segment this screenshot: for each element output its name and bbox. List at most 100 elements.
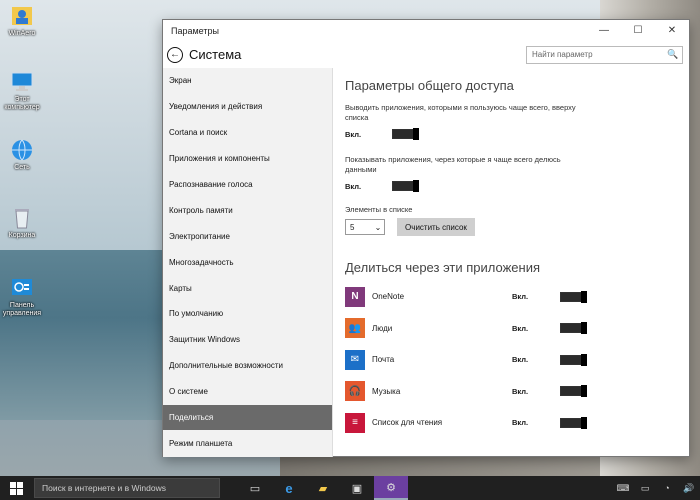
app-name: Список для чтения bbox=[372, 418, 443, 428]
edge-icon[interactable]: e bbox=[272, 476, 306, 500]
page-title: Система bbox=[189, 47, 242, 62]
sidebar-item-multitasking[interactable]: Многозадачность bbox=[163, 249, 332, 275]
share-apps-list: N OneNote Вкл. 👥 Люди Вкл. ✉ Почта Вкл. … bbox=[345, 281, 685, 439]
chevron-down-icon: ⌄ bbox=[374, 222, 382, 232]
battery-icon[interactable]: ▭ bbox=[634, 483, 656, 494]
minimize-button[interactable]: — bbox=[587, 20, 621, 41]
sidebar-item-speech[interactable]: Распознавание голоса bbox=[163, 172, 332, 198]
desktop-icon-label: Этот компьютер bbox=[4, 96, 40, 111]
mail-toggle[interactable] bbox=[560, 353, 587, 366]
desktop-icon-label: WinAero bbox=[8, 30, 36, 37]
sidebar-item-storage[interactable]: Контроль памяти bbox=[163, 197, 332, 223]
section-title-sharing: Параметры общего доступа bbox=[345, 78, 514, 93]
toggle-state-label: Вкл. bbox=[512, 355, 529, 365]
keyboard-icon[interactable]: ⌨ bbox=[612, 483, 634, 494]
clear-list-button[interactable]: Очистить список bbox=[397, 218, 475, 236]
option-frequent-apps-row: Вкл. bbox=[345, 128, 685, 140]
share-apps-toggle[interactable] bbox=[392, 180, 419, 192]
list-item: 🎧 Музыка Вкл. bbox=[345, 376, 685, 408]
sidebar-item-notifications[interactable]: Уведомления и действия bbox=[163, 94, 332, 120]
back-button[interactable]: ← bbox=[167, 46, 183, 63]
app-name: Музыка bbox=[372, 386, 401, 396]
mail-icon: ✉ bbox=[345, 349, 365, 370]
task-view-icon[interactable]: ▭ bbox=[238, 476, 272, 500]
people-toggle[interactable] bbox=[560, 322, 587, 335]
sidebar-nav: Экран Уведомления и действия Cortana и п… bbox=[163, 68, 333, 457]
desktop-icon-control-panel[interactable]: Панель управления bbox=[2, 276, 42, 318]
desktop-icon-recycle-bin[interactable]: Корзина bbox=[2, 206, 42, 240]
file-explorer-icon[interactable]: ▰ bbox=[306, 476, 340, 500]
settings-icon[interactable]: ⚙ bbox=[374, 476, 408, 500]
app-name: Люди bbox=[372, 323, 393, 333]
sidebar-item-display[interactable]: Экран bbox=[163, 68, 332, 94]
settings-content: Параметры общего доступа Выводить прилож… bbox=[345, 68, 685, 457]
sidebar-item-about[interactable]: О системе bbox=[163, 379, 332, 405]
volume-icon[interactable]: 🔊 bbox=[678, 483, 700, 494]
search-placeholder: Найти параметр bbox=[532, 50, 593, 59]
desktop-icon-label: Корзина bbox=[8, 232, 36, 239]
control-panel-icon bbox=[12, 279, 32, 295]
desktop-icon-network[interactable]: Сеть bbox=[2, 138, 42, 172]
sidebar-item-tablet-mode[interactable]: Режим планшета bbox=[163, 430, 332, 456]
toggle-state-label: Вкл. bbox=[512, 386, 529, 396]
search-input[interactable]: Найти параметр 🔍 bbox=[526, 45, 683, 64]
user-folder-icon bbox=[12, 7, 32, 25]
taskbar-search-input[interactable]: Поиск в интернете и в Windows bbox=[34, 478, 220, 498]
toggle-state-label: Вкл. bbox=[345, 181, 362, 191]
desktop-icon-label: Панель управления bbox=[2, 302, 42, 317]
section-title-share-apps: Делиться через эти приложения bbox=[345, 260, 541, 275]
system-tray: ⌨ ▭ ◔ 🔊 bbox=[612, 483, 700, 494]
recycle-bin-icon bbox=[15, 209, 29, 229]
toggle-state-label: Вкл. bbox=[512, 323, 529, 333]
music-icon: 🎧 bbox=[345, 381, 365, 402]
title-bar[interactable]: Параметры — ☐ ✕ bbox=[163, 20, 689, 41]
list-item: ✉ Почта Вкл. bbox=[345, 344, 685, 376]
network-tray-icon[interactable]: ◔ bbox=[656, 483, 678, 493]
onenote-toggle[interactable] bbox=[560, 290, 587, 303]
sidebar-item-maps[interactable]: Карты bbox=[163, 275, 332, 301]
desktop-icon-label: Сеть bbox=[14, 164, 30, 171]
list-item: 👥 Люди Вкл. bbox=[345, 313, 685, 345]
start-button[interactable] bbox=[0, 476, 32, 500]
sidebar-item-optional-features[interactable]: Дополнительные возможности bbox=[163, 353, 332, 379]
reading-list-icon: ≡ bbox=[345, 412, 365, 433]
list-count-label: Элементы в списке bbox=[345, 205, 413, 214]
app-name: Почта bbox=[372, 355, 395, 365]
option-share-apps-label: Показывать приложения, через которые я ч… bbox=[345, 155, 561, 174]
reading-list-toggle[interactable] bbox=[560, 416, 587, 429]
list-item: N OneNote Вкл. bbox=[345, 281, 685, 313]
toggle-state-label: Вкл. bbox=[345, 129, 362, 139]
maximize-button[interactable]: ☐ bbox=[621, 20, 655, 41]
search-icon[interactable]: 🔍 bbox=[664, 49, 682, 60]
sidebar-item-apps[interactable]: Приложения и компоненты bbox=[163, 146, 332, 172]
frequent-apps-toggle[interactable] bbox=[392, 128, 419, 140]
people-icon: 👥 bbox=[345, 318, 365, 339]
desktop-icon-winaero[interactable]: WinAero bbox=[2, 4, 42, 38]
windows-logo-icon bbox=[9, 481, 23, 495]
list-count-row: 5 ⌄ Очистить список bbox=[345, 218, 685, 236]
back-arrow-icon: ← bbox=[170, 49, 180, 60]
sidebar-item-power[interactable]: Электропитание bbox=[163, 223, 332, 249]
app-name: OneNote bbox=[372, 292, 405, 302]
music-toggle[interactable] bbox=[560, 385, 587, 398]
desktop-icon-this-pc[interactable]: Этот компьютер bbox=[2, 70, 42, 112]
onenote-icon: N bbox=[345, 286, 365, 307]
page-header: ← Система Найти параметр 🔍 bbox=[163, 41, 689, 68]
list-item: ≡ Список для чтения Вкл. bbox=[345, 407, 685, 439]
window-title: Параметры bbox=[171, 25, 219, 36]
sidebar-item-cortana[interactable]: Cortana и поиск bbox=[163, 120, 332, 146]
sidebar-item-defender[interactable]: Защитник Windows bbox=[163, 327, 332, 353]
settings-window: Параметры — ☐ ✕ ← Система Найти параметр… bbox=[162, 19, 690, 457]
list-count-value: 5 bbox=[350, 222, 355, 232]
toggle-state-label: Вкл. bbox=[512, 292, 529, 302]
option-frequent-apps-label: Выводить приложения, которыми я пользуюс… bbox=[345, 103, 576, 122]
list-count-select[interactable]: 5 ⌄ bbox=[345, 219, 385, 235]
option-share-apps-row: Вкл. bbox=[345, 180, 685, 192]
sidebar-item-defaults[interactable]: По умолчанию bbox=[163, 301, 332, 327]
computer-icon bbox=[11, 72, 33, 91]
network-icon bbox=[12, 139, 32, 161]
store-icon[interactable]: ▣ bbox=[340, 476, 374, 500]
sidebar-item-share[interactable]: Поделиться bbox=[163, 404, 332, 431]
close-button[interactable]: ✕ bbox=[655, 20, 689, 41]
toggle-state-label: Вкл. bbox=[512, 418, 529, 428]
